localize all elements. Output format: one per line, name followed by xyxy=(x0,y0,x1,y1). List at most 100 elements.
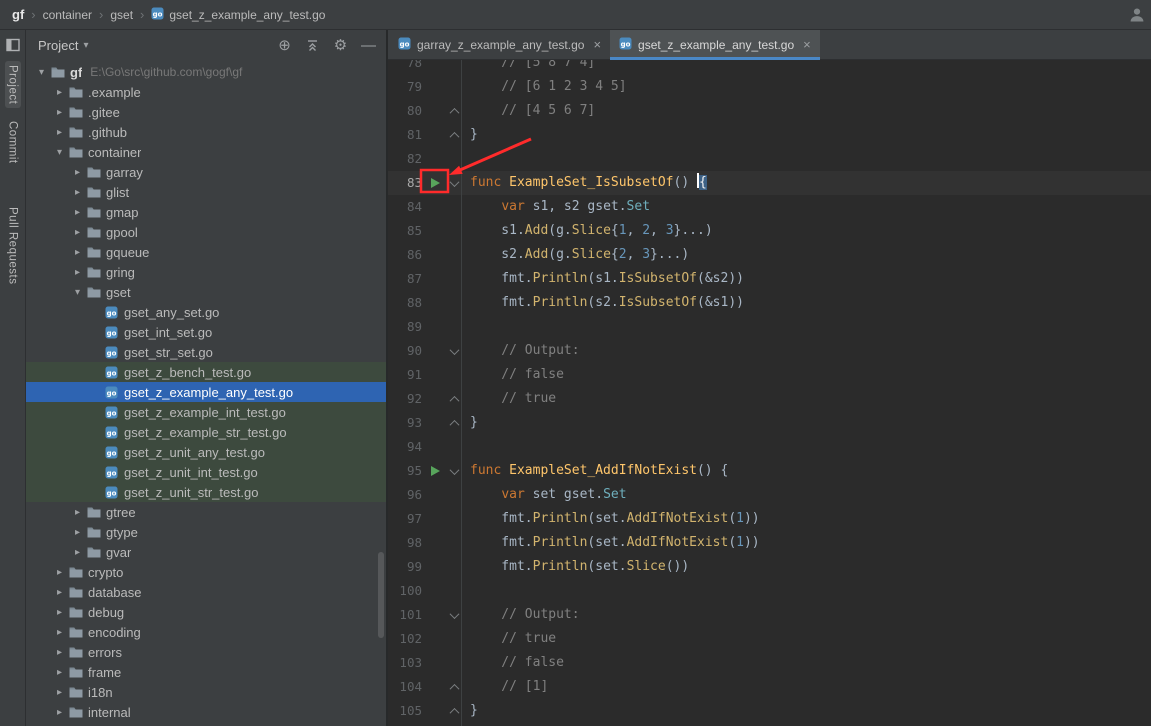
chevron-collapsed-icon[interactable]: ▸ xyxy=(70,267,85,278)
stripe-item-project[interactable]: Project xyxy=(5,61,21,108)
fold-end-icon[interactable] xyxy=(448,699,461,723)
tree-item-gset[interactable]: ▾gset xyxy=(26,282,386,302)
code-text[interactable] xyxy=(461,147,470,171)
tree-item-gtree[interactable]: ▸gtree xyxy=(26,502,386,522)
editor-tab-gset_z_example_any_test.go[interactable]: gogset_z_example_any_test.go× xyxy=(610,30,820,59)
code-text[interactable]: } xyxy=(461,411,478,435)
code-text[interactable]: fmt.Println(s1.IsSubsetOf(&s2)) xyxy=(461,267,744,291)
project-tree-scrollbar-thumb[interactable] xyxy=(378,552,384,638)
chevron-collapsed-icon[interactable]: ▸ xyxy=(52,127,67,138)
close-tab-icon[interactable]: × xyxy=(593,38,601,51)
tree-item-gqueue[interactable]: ▸gqueue xyxy=(26,242,386,262)
tree-item-errors[interactable]: ▸errors xyxy=(26,642,386,662)
code-text[interactable]: // [1] xyxy=(461,675,548,699)
tree-item-gset_any_set.go[interactable]: gogset_any_set.go xyxy=(26,302,386,322)
code-text[interactable]: // [4 5 6 7] xyxy=(461,99,595,123)
chevron-collapsed-icon[interactable]: ▸ xyxy=(70,207,85,218)
code-text[interactable]: } xyxy=(461,699,478,723)
tree-item-gmap[interactable]: ▸gmap xyxy=(26,202,386,222)
fold-end-icon[interactable] xyxy=(448,99,461,123)
tree-item-gset_z_bench_test.go[interactable]: gogset_z_bench_test.go xyxy=(26,362,386,382)
tree-item-database[interactable]: ▸database xyxy=(26,582,386,602)
code-text[interactable]: // [6 1 2 3 4 5] xyxy=(461,75,627,99)
code-text[interactable]: fmt.Println(set.Slice()) xyxy=(461,555,689,579)
tree-item-gtype[interactable]: ▸gtype xyxy=(26,522,386,542)
chevron-collapsed-icon[interactable]: ▸ xyxy=(52,567,67,578)
tree-item-crypto[interactable]: ▸crypto xyxy=(26,562,386,582)
code-text[interactable]: // false xyxy=(461,363,564,387)
run-test-icon[interactable] xyxy=(431,466,440,476)
tree-item-i18n[interactable]: ▸i18n xyxy=(26,682,386,702)
code-text[interactable]: s1.Add(g.Slice{1, 2, 3}...) xyxy=(461,219,713,243)
tree-item-gpool[interactable]: ▸gpool xyxy=(26,222,386,242)
code-text[interactable]: // [5 8 7 4] xyxy=(461,60,595,75)
code-text[interactable]: var s1, s2 gset.Set xyxy=(461,195,650,219)
chevron-collapsed-icon[interactable]: ▸ xyxy=(52,587,67,598)
breadcrumb-item-gf[interactable]: gf xyxy=(12,7,24,22)
stripe-item-commit[interactable]: Commit xyxy=(5,117,21,168)
tree-item-gf[interactable]: ▾gfE:\Go\src\github.com\gogf\gf xyxy=(26,62,386,82)
fold-start-icon[interactable] xyxy=(448,171,461,195)
hide-panel-icon[interactable]: — xyxy=(361,38,376,53)
code-text[interactable]: } xyxy=(461,123,478,147)
code-text[interactable]: fmt.Println(set.AddIfNotExist(1)) xyxy=(461,507,760,531)
tree-item-frame[interactable]: ▸frame xyxy=(26,662,386,682)
tree-item-glist[interactable]: ▸glist xyxy=(26,182,386,202)
select-opened-file-icon[interactable]: ⊕ xyxy=(277,38,292,53)
fold-start-icon[interactable] xyxy=(448,603,461,627)
code-editor[interactable]: 78 // [5 8 7 4]79 // [6 1 2 3 4 5]80 // … xyxy=(388,60,1151,726)
chevron-expanded-icon[interactable]: ▾ xyxy=(34,67,49,78)
tree-item-gset_z_unit_int_test.go[interactable]: gogset_z_unit_int_test.go xyxy=(26,462,386,482)
tree-item-gvar[interactable]: ▸gvar xyxy=(26,542,386,562)
code-text[interactable]: // Output: xyxy=(461,339,580,363)
chevron-collapsed-icon[interactable]: ▸ xyxy=(52,667,67,678)
tree-item-.github[interactable]: ▸.github xyxy=(26,122,386,142)
fold-end-icon[interactable] xyxy=(448,123,461,147)
stripe-item-pull-requests[interactable]: Pull Requests xyxy=(5,203,21,288)
code-text[interactable] xyxy=(461,579,470,603)
tree-item-encoding[interactable]: ▸encoding xyxy=(26,622,386,642)
code-text[interactable]: fmt.Println(set.AddIfNotExist(1)) xyxy=(461,531,760,555)
tree-item-gset_z_unit_any_test.go[interactable]: gogset_z_unit_any_test.go xyxy=(26,442,386,462)
code-text[interactable]: func ExampleSet_AddIfNotExist() { xyxy=(461,459,728,483)
tree-item-debug[interactable]: ▸debug xyxy=(26,602,386,622)
tree-item-gset_z_example_int_test.go[interactable]: gogset_z_example_int_test.go xyxy=(26,402,386,422)
tree-item-gring[interactable]: ▸gring xyxy=(26,262,386,282)
code-text[interactable]: // true xyxy=(461,387,556,411)
settings-gear-icon[interactable]: ⚙ xyxy=(333,38,348,53)
tree-item-gset_str_set.go[interactable]: gogset_str_set.go xyxy=(26,342,386,362)
code-text[interactable]: fmt.Println(s2.IsSubsetOf(&s1)) xyxy=(461,291,744,315)
chevron-collapsed-icon[interactable]: ▸ xyxy=(52,87,67,98)
tree-item-container[interactable]: ▾container xyxy=(26,142,386,162)
chevron-collapsed-icon[interactable]: ▸ xyxy=(52,607,67,618)
chevron-collapsed-icon[interactable]: ▸ xyxy=(52,647,67,658)
breadcrumb-item-container[interactable]: container xyxy=(43,8,92,22)
run-test-icon[interactable] xyxy=(431,178,440,188)
tree-item-.gitee[interactable]: ▸.gitee xyxy=(26,102,386,122)
chevron-collapsed-icon[interactable]: ▸ xyxy=(70,547,85,558)
chevron-collapsed-icon[interactable]: ▸ xyxy=(70,227,85,238)
chevron-collapsed-icon[interactable]: ▸ xyxy=(52,707,67,718)
collapse-all-icon[interactable] xyxy=(305,39,320,52)
code-text[interactable]: // Output: xyxy=(461,603,580,627)
tree-item-gset_z_example_str_test.go[interactable]: gogset_z_example_str_test.go xyxy=(26,422,386,442)
fold-end-icon[interactable] xyxy=(448,675,461,699)
chevron-collapsed-icon[interactable]: ▸ xyxy=(70,167,85,178)
code-text[interactable]: // false xyxy=(461,651,564,675)
tree-item-gset_int_set.go[interactable]: gogset_int_set.go xyxy=(26,322,386,342)
chevron-collapsed-icon[interactable]: ▸ xyxy=(52,107,67,118)
code-text[interactable]: var set gset.Set xyxy=(461,483,627,507)
code-text[interactable]: s2.Add(g.Slice{2, 3}...) xyxy=(461,243,689,267)
chevron-collapsed-icon[interactable]: ▸ xyxy=(52,627,67,638)
chevron-collapsed-icon[interactable]: ▸ xyxy=(52,687,67,698)
code-text[interactable]: // true xyxy=(461,627,556,651)
code-text[interactable] xyxy=(461,435,470,459)
tree-item-.example[interactable]: ▸.example xyxy=(26,82,386,102)
tree-item-gset_z_unit_str_test.go[interactable]: gogset_z_unit_str_test.go xyxy=(26,482,386,502)
fold-end-icon[interactable] xyxy=(448,387,461,411)
fold-start-icon[interactable] xyxy=(448,459,461,483)
tree-item-gset_z_example_any_test.go[interactable]: gogset_z_example_any_test.go xyxy=(26,382,386,402)
project-panel-title[interactable]: Project ▾ xyxy=(38,38,89,53)
chevron-collapsed-icon[interactable]: ▸ xyxy=(70,247,85,258)
run-test-gutter-cell[interactable] xyxy=(422,171,448,195)
